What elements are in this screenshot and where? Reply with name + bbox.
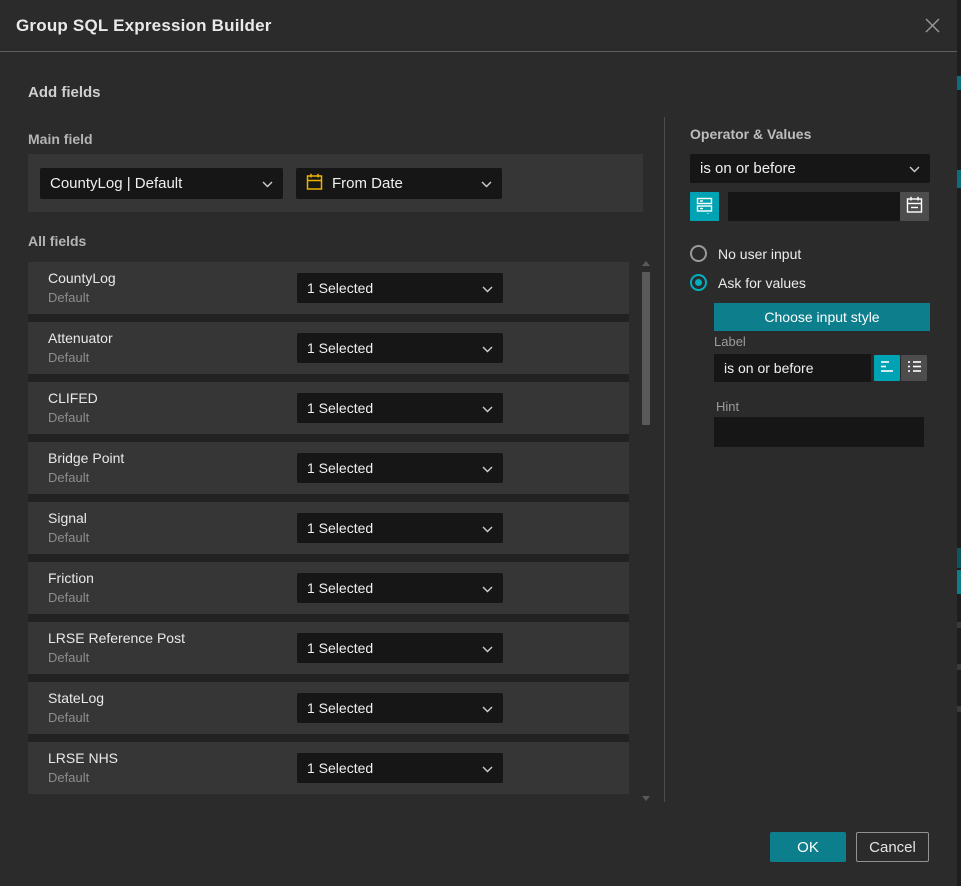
field-row: Signal Default 1 Selected: [28, 502, 629, 554]
chevron-down-icon: [481, 175, 492, 192]
operator-dropdown[interactable]: is on or before: [690, 154, 930, 183]
chevron-down-icon: [909, 160, 920, 177]
radio-ask-for-values[interactable]: Ask for values: [690, 274, 806, 291]
chevron-down-icon: [482, 760, 493, 776]
main-field-label: Main field: [28, 131, 93, 147]
close-icon: [924, 17, 941, 37]
scrollbar-down-arrow[interactable]: [642, 796, 650, 801]
chevron-down-icon: [482, 400, 493, 416]
field-selection-value: 1 Selected: [307, 400, 476, 416]
cancel-button[interactable]: Cancel: [856, 832, 929, 862]
field-selection-value: 1 Selected: [307, 520, 476, 536]
single-line-input-style-button[interactable]: [874, 355, 900, 381]
chevron-down-icon: [482, 340, 493, 356]
field-selection-dropdown[interactable]: 1 Selected: [297, 453, 503, 483]
field-row: Friction Default 1 Selected: [28, 562, 629, 614]
field-selection-value: 1 Selected: [307, 640, 476, 656]
unique-values-button[interactable]: [690, 192, 719, 221]
close-button[interactable]: [919, 14, 945, 40]
field-selection-dropdown[interactable]: 1 Selected: [297, 273, 503, 303]
dialog-titlebar: Group SQL Expression Builder: [0, 0, 957, 52]
field-selection-value: 1 Selected: [307, 280, 476, 296]
main-field-dropdown-value: From Date: [332, 175, 475, 192]
field-selection-dropdown[interactable]: 1 Selected: [297, 393, 503, 423]
panel-divider: [664, 117, 665, 802]
radio-no-user-input[interactable]: No user input: [690, 245, 801, 262]
main-field-dropdown[interactable]: From Date: [296, 168, 502, 199]
value-input-row: [690, 192, 930, 221]
field-row: Bridge Point Default 1 Selected: [28, 442, 629, 494]
field-selection-dropdown[interactable]: 1 Selected: [297, 633, 503, 663]
ok-button[interactable]: OK: [770, 832, 846, 862]
field-selection-value: 1 Selected: [307, 760, 476, 776]
chevron-down-icon: [482, 580, 493, 596]
field-selection-dropdown[interactable]: 1 Selected: [297, 693, 503, 723]
field-row: LRSE NHS Default 1 Selected: [28, 742, 629, 794]
radio-no-user-input-label: No user input: [718, 246, 801, 262]
field-selection-dropdown[interactable]: 1 Selected: [297, 513, 503, 543]
date-picker-button[interactable]: [900, 192, 929, 221]
field-row: LRSE Reference Post Default 1 Selected: [28, 622, 629, 674]
all-fields-label: All fields: [28, 233, 86, 249]
scrollbar-thumb[interactable]: [642, 272, 650, 425]
field-row: CountyLog Default 1 Selected: [28, 262, 629, 314]
single-line-input-icon: [880, 360, 895, 376]
list-input-style-button[interactable]: [901, 355, 927, 381]
group-sql-expression-builder-dialog: Group SQL Expression Builder Add fields …: [0, 0, 957, 886]
field-row: Attenuator Default 1 Selected: [28, 322, 629, 374]
radio-circle-selected: [690, 274, 707, 291]
date-value-input[interactable]: [728, 192, 900, 221]
chevron-down-icon: [482, 460, 493, 476]
label-input[interactable]: [714, 354, 871, 382]
chevron-down-icon: [482, 640, 493, 656]
field-selection-dropdown[interactable]: 1 Selected: [297, 573, 503, 603]
radio-ask-for-values-label: Ask for values: [718, 275, 806, 291]
field-selection-value: 1 Selected: [307, 460, 476, 476]
list-values-icon: [907, 360, 922, 376]
main-layer-dropdown-value: CountyLog | Default: [50, 175, 256, 192]
date-picker-calendar-icon: [906, 196, 923, 217]
hint-field-label: Hint: [716, 399, 739, 414]
all-fields-list: CountyLog Default 1 Selected Attenuator …: [28, 262, 629, 794]
field-selection-dropdown[interactable]: 1 Selected: [297, 753, 503, 783]
background-app-sliver: [957, 0, 961, 886]
scrollbar-up-arrow[interactable]: [642, 261, 650, 266]
field-selection-value: 1 Selected: [307, 700, 476, 716]
operator-dropdown-value: is on or before: [700, 160, 903, 177]
list-scrollbar: [640, 261, 652, 801]
operator-values-heading: Operator & Values: [690, 126, 811, 142]
date-field-calendar-icon: [306, 173, 323, 195]
add-fields-heading: Add fields: [28, 84, 101, 101]
main-field-panel: CountyLog | Default From Date: [28, 154, 643, 212]
unique-values-icon: [696, 197, 713, 217]
dialog-title: Group SQL Expression Builder: [16, 0, 272, 52]
field-row: CLIFED Default 1 Selected: [28, 382, 629, 434]
field-selection-dropdown[interactable]: 1 Selected: [297, 333, 503, 363]
field-selection-value: 1 Selected: [307, 340, 476, 356]
field-selection-value: 1 Selected: [307, 580, 476, 596]
chevron-down-icon: [482, 520, 493, 536]
radio-circle-unselected: [690, 245, 707, 262]
choose-input-style-button[interactable]: Choose input style: [714, 303, 930, 331]
chevron-down-icon: [482, 700, 493, 716]
field-row: StateLog Default 1 Selected: [28, 682, 629, 734]
hint-input[interactable]: [714, 417, 924, 447]
main-layer-dropdown[interactable]: CountyLog | Default: [40, 168, 283, 199]
label-field-label: Label: [714, 334, 746, 349]
chevron-down-icon: [262, 175, 273, 192]
chevron-down-icon: [482, 280, 493, 296]
